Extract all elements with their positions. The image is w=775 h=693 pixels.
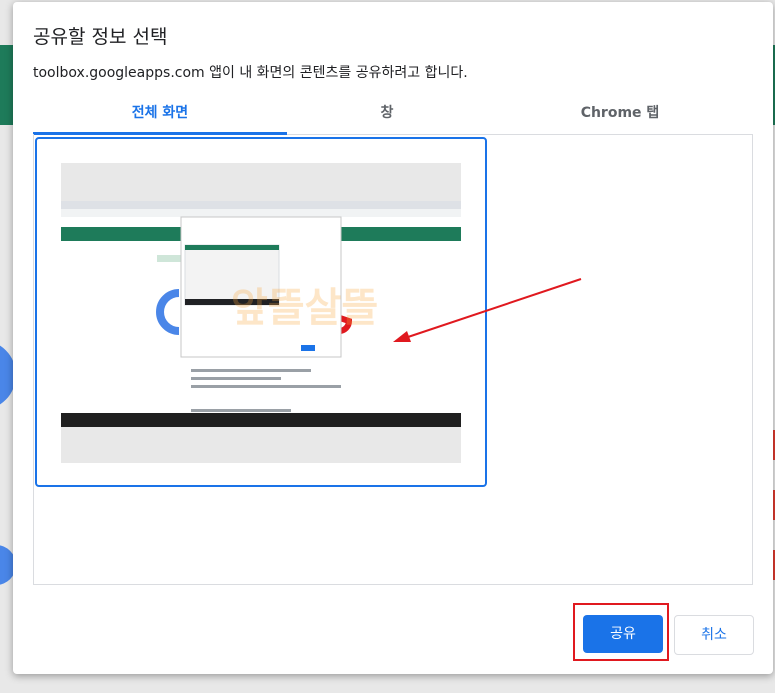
share-screen-dialog: 공유할 정보 선택 toolbox.googleapps.com 앱이 내 화면… (13, 2, 773, 674)
background-app-header (0, 45, 14, 125)
cancel-button[interactable]: 취소 (674, 615, 754, 655)
annotation-highlight-box (573, 603, 669, 661)
annotation-arrow (393, 278, 582, 342)
